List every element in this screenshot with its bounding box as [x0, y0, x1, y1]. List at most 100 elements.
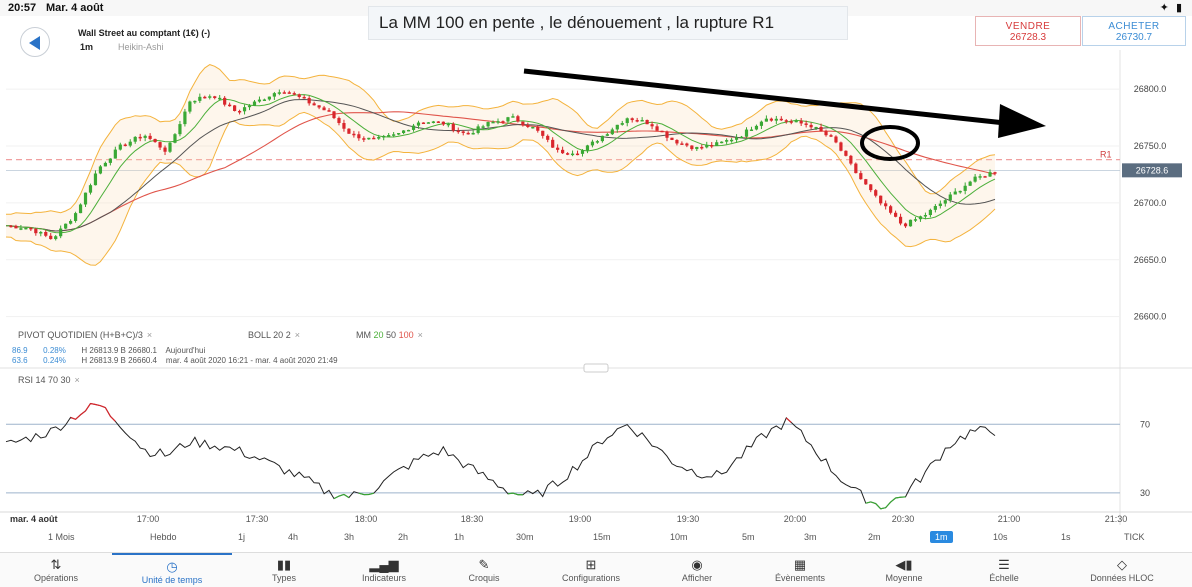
info-2-value: 63.6 — [12, 356, 28, 365]
nav-opérations[interactable]: ⇅ Opérations — [0, 553, 112, 587]
nav-moyenne[interactable]: ◀▮ Moyenne — [852, 553, 956, 587]
candle-body — [233, 105, 237, 111]
candle-body — [287, 92, 291, 94]
candle-body — [551, 139, 555, 148]
candle-body — [138, 136, 142, 139]
candle-body — [779, 118, 783, 121]
rsi-remove-icon[interactable]: × — [75, 375, 80, 385]
rsi-overbought — [104, 407, 111, 417]
candle-body — [69, 220, 73, 224]
candle-body — [819, 126, 823, 132]
candle-body — [749, 129, 754, 131]
nav-configurations[interactable]: ⊞ Configurations — [536, 553, 646, 587]
timeframe-30m[interactable]: 30m — [516, 532, 534, 542]
candle-body — [531, 126, 535, 129]
candle-body — [401, 130, 406, 134]
info-1-period: Aujourd'hui — [165, 346, 206, 355]
candle-body — [864, 179, 868, 185]
rsi-oversold — [875, 503, 882, 510]
candle-body — [908, 219, 913, 227]
rsi-oversold — [890, 497, 896, 503]
candle-body — [352, 133, 356, 136]
candle-body — [903, 223, 908, 227]
candle-body — [859, 173, 863, 180]
nav-icon: ▮▮ — [276, 557, 292, 572]
candle-body — [382, 135, 386, 138]
timeframe-hebdo[interactable]: Hebdo — [150, 532, 177, 542]
nav-indicateurs[interactable]: ▂▄▆ Indicateurs — [336, 553, 432, 587]
timeframe-3h[interactable]: 3h — [344, 532, 354, 542]
candle-body — [640, 119, 644, 122]
timeframe-3m[interactable]: 3m — [804, 532, 817, 542]
boll-remove-icon[interactable]: × — [295, 330, 300, 340]
candle-body — [605, 134, 609, 136]
candle-body — [481, 126, 485, 128]
timeframe-1s[interactable]: 1s — [1061, 532, 1071, 542]
candle-body — [894, 212, 898, 217]
candle-body — [436, 121, 440, 123]
candle-body — [78, 204, 83, 214]
candle-body — [973, 176, 977, 182]
nav-afficher[interactable]: ◉ Afficher — [646, 553, 748, 587]
timeframe-1j[interactable]: 1j — [238, 532, 245, 542]
nav-échelle[interactable]: ☰ Échelle — [956, 553, 1052, 587]
candle-body — [690, 145, 694, 150]
candle-body — [406, 129, 411, 132]
candle-body — [546, 135, 550, 140]
candle-body — [476, 126, 480, 133]
candle-body — [526, 125, 530, 127]
nav-croquis[interactable]: ✎ Croquis — [432, 553, 536, 587]
timeframe-5m[interactable]: 5m — [742, 532, 755, 542]
candle-body — [203, 96, 207, 99]
timeframe-10s[interactable]: 10s — [993, 532, 1008, 542]
time-axis-label: 19:00 — [569, 514, 592, 524]
timeframe-1m[interactable]: 1m — [930, 531, 953, 543]
candle-body — [556, 147, 560, 150]
candle-body — [715, 142, 719, 146]
candle-body — [461, 131, 465, 133]
candle-body — [446, 123, 450, 126]
candle-body — [193, 100, 197, 103]
nav-types[interactable]: ▮▮ Types — [232, 553, 336, 587]
info-1-value: 86.9 — [12, 346, 28, 355]
info-1-percent: 0.28% — [43, 346, 66, 355]
timeframe-15m[interactable]: 15m — [593, 532, 611, 542]
rsi-oversold — [338, 493, 345, 497]
price-chart[interactable]: 26800.0 26750.0 26700.0 26650.0 26600.0 R1 267… — [0, 0, 1192, 530]
timeframe-10m[interactable]: 10m — [670, 532, 688, 542]
rsi-oversold — [358, 492, 364, 496]
candle-body — [794, 120, 798, 123]
mm-remove-icon[interactable]: × — [418, 330, 423, 340]
rsi-overbought — [785, 417, 792, 423]
time-axis-label: 17:30 — [246, 514, 269, 524]
rsi-overbought — [109, 415, 116, 422]
info-1-range: H 26813.9 B 26680.1 — [81, 346, 158, 355]
timeframe-1h[interactable]: 1h — [454, 532, 464, 542]
nav-évènements[interactable]: ▦ Évènements — [748, 553, 852, 587]
timeframe-2m[interactable]: 2m — [868, 532, 881, 542]
nav-label: Afficher — [681, 573, 713, 583]
rsi-oversold — [880, 507, 886, 510]
timeframe-1-mois[interactable]: 1 Mois — [48, 532, 75, 542]
candle-body — [237, 110, 242, 113]
candle-body — [143, 135, 147, 138]
trend-arrow-head — [998, 104, 1046, 138]
info-2-period: mar. 4 août 2020 16:21 - mar. 4 août 202… — [165, 356, 338, 365]
nav-unité-de-temps[interactable]: ◷ Unité de temps — [112, 553, 232, 587]
pivot-remove-icon[interactable]: × — [147, 330, 152, 340]
candle-body — [754, 125, 759, 130]
candle-body — [332, 111, 336, 119]
timeframe-2h[interactable]: 2h — [398, 532, 408, 542]
candle-body — [720, 141, 724, 144]
nav-icon: ◇ — [1117, 557, 1127, 572]
timeframe-4h[interactable]: 4h — [288, 532, 298, 542]
candle-body — [357, 134, 361, 139]
candle-body — [764, 118, 768, 122]
candle-body — [943, 200, 947, 204]
candle-body — [884, 203, 888, 207]
candle-body — [173, 134, 177, 143]
candle-body — [441, 121, 445, 125]
candle-body — [729, 139, 734, 142]
nav-données-hloc[interactable]: ◇ Données HLOC — [1052, 553, 1192, 587]
timeframe-tick[interactable]: TICK — [1124, 532, 1145, 542]
